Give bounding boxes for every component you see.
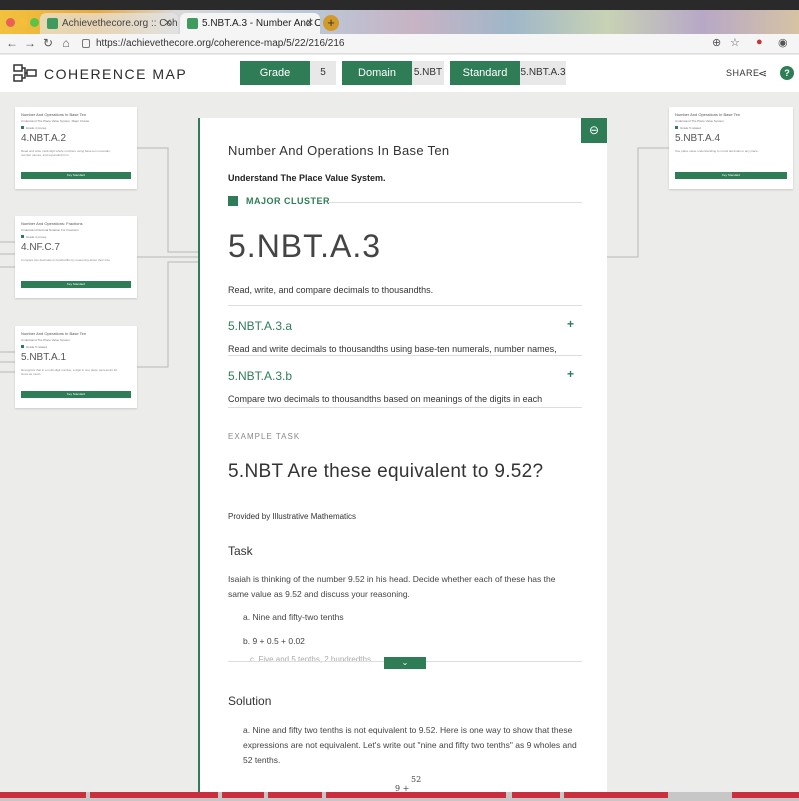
standard-description: Read, write, and compare decimals to tho… — [228, 285, 434, 295]
card-key-standard-button[interactable]: Key Standard — [21, 172, 131, 179]
bookmark-star-icon[interactable]: ☆ — [730, 36, 740, 49]
card-text: Recognize that in a multi-digit number, … — [21, 368, 118, 376]
card-badge: Grade 5 related — [21, 345, 47, 349]
substandard-b-description: Compare two decimals to thousandths base… — [228, 394, 543, 404]
task-heading: Task — [228, 544, 253, 558]
home-icon[interactable]: ⌂ — [58, 36, 74, 50]
url-text: https://achievethecore.org/coherence-map… — [96, 38, 345, 49]
task-item: b. 9 + 0.5 + 0.02 — [243, 636, 305, 646]
close-window-icon[interactable] — [6, 18, 15, 27]
zoom-map-button[interactable]: ⊖ — [581, 118, 607, 143]
os-top-bar — [0, 0, 799, 10]
tab-title: 5.NBT.A.3 - Number And Ope — [202, 18, 320, 29]
card-code: 4.NF.C.7 — [21, 242, 60, 253]
reload-icon[interactable]: ↻ — [40, 36, 56, 50]
standard-filter-value[interactable]: 5.NBT.A.3 — [520, 61, 566, 85]
card-text: Compare two decimals to hundredths by re… — [21, 258, 111, 262]
divider — [228, 305, 582, 306]
substandard-a-description: Read and write decimals to thousandths u… — [228, 344, 557, 354]
site-header: COHERENCE MAP Grade 5 Domain 5.NBT Stand… — [0, 55, 799, 92]
card-code: 4.NBT.A.2 — [21, 133, 67, 144]
provided-by-text: Provided by Illustrative Mathematics — [228, 512, 357, 521]
standard-detail-panel: Number And Operations In Base Ten Unders… — [198, 118, 607, 792]
card-domain: Number And Operations In Base Ten — [675, 112, 741, 117]
standard-card-5-nbt-a-1[interactable]: Number And Operations In Base Ten Unders… — [15, 326, 137, 408]
address-bar[interactable]: https://achievethecore.org/coherence-map… — [80, 36, 720, 52]
divider — [228, 407, 582, 408]
domain-filter-value[interactable]: 5.NBT — [412, 61, 444, 85]
extension-icon[interactable]: ● — [756, 36, 763, 48]
cluster-title: Understand The Place Value System. — [228, 173, 386, 183]
card-badge: Grade 4 prereq — [21, 235, 46, 239]
expand-plus-icon[interactable]: + — [567, 317, 574, 331]
magnifier-icon: ⊖ — [588, 123, 600, 137]
fraction-prefix: 9 + — [395, 784, 410, 792]
grade-filter-value[interactable]: 5 — [310, 61, 336, 85]
domain-filter-button[interactable]: Domain — [342, 61, 412, 85]
close-tab-icon[interactable]: ✕ — [164, 13, 172, 34]
task-item: a. Nine and fifty-two tenths — [243, 612, 344, 622]
card-cluster: Understand The Place Value System. — [675, 119, 725, 123]
task-text: Isaiah is thinking of the number 9.52 in… — [228, 574, 556, 599]
task-title: 5.NBT Are these equivalent to 9.52? — [228, 461, 544, 482]
browser-tab-bar: Achievethecore.org :: Cohere ✕ 5.NBT.A.3… — [0, 10, 799, 34]
standard-card-4-nf-c-7[interactable]: Number And Operations: Fractions Underst… — [15, 216, 137, 298]
card-code: 5.NBT.A.1 — [21, 352, 67, 363]
favicon-icon — [187, 18, 198, 29]
standard-card-5-nbt-a-4[interactable]: Number And Operations In Base Ten Unders… — [669, 107, 793, 189]
browser-toolbar: ← → ↻ ⌂ https://achievethecore.org/coher… — [0, 34, 799, 54]
example-task-label: EXAMPLE TASK — [228, 432, 301, 441]
new-tab-button[interactable]: + — [323, 15, 339, 31]
minimize-window-icon[interactable] — [18, 18, 27, 27]
card-text: Read and write multi-digit whole numbers… — [21, 149, 111, 157]
help-button[interactable]: ? — [780, 66, 794, 80]
solution-text: a. Nine and fifty two tenths is not equi… — [243, 725, 577, 765]
major-cluster-badge: MAJOR CLUSTER — [228, 196, 330, 206]
card-key-standard-button[interactable]: Key Standard — [21, 281, 131, 288]
share-button[interactable]: SHARE — [726, 68, 760, 78]
substandard-a-link[interactable]: 5.NBT.A.3.a — [228, 319, 292, 333]
card-badge: Grade 4 prereq — [21, 126, 46, 130]
solution-heading: Solution — [228, 694, 272, 708]
back-icon[interactable]: ← — [4, 36, 20, 50]
browser-tab-standard[interactable]: 5.NBT.A.3 - Number And Ope ✕ — [180, 13, 320, 34]
card-domain: Number And Operations: Fractions — [21, 221, 83, 226]
profile-avatar[interactable]: ◉ — [778, 36, 788, 49]
fraction-numerator: 52 — [411, 775, 422, 784]
expand-plus-icon[interactable]: + — [567, 367, 574, 381]
tab-title: Achievethecore.org :: Cohere — [62, 18, 178, 29]
divider — [228, 355, 582, 356]
expand-task-button[interactable]: ⌄ — [384, 657, 426, 669]
card-domain: Number And Operations In Base Ten — [21, 331, 87, 336]
standard-code-heading: 5.NBT.A.3 — [228, 228, 382, 264]
lock-icon — [82, 39, 90, 48]
divider — [328, 202, 582, 203]
site-logo-text[interactable]: COHERENCE MAP — [44, 66, 187, 82]
share-icon[interactable]: ⋖ — [758, 67, 767, 80]
faded-task-item: c. Five and 5 tenths, 2 hundredths — [250, 655, 371, 664]
maximize-window-icon[interactable] — [30, 18, 39, 27]
chevron-down-icon: ⌄ — [401, 658, 409, 667]
domain-title: Number And Operations In Base Ten — [228, 143, 450, 158]
close-tab-icon[interactable]: ✕ — [306, 13, 314, 34]
favicon-icon — [47, 18, 58, 29]
card-badge: Grade 5 related — [675, 126, 701, 130]
browser-tab-coherence[interactable]: Achievethecore.org :: Cohere ✕ — [40, 13, 178, 34]
card-cluster: Understand Decimal Notation For Fraction… — [21, 228, 79, 232]
bottom-progress-strip — [0, 792, 799, 801]
card-key-standard-button[interactable]: Key Standard — [21, 391, 131, 398]
standard-filter-button[interactable]: Standard — [450, 61, 520, 85]
card-code: 5.NBT.A.4 — [675, 133, 721, 144]
coherence-map-logo-icon — [13, 64, 37, 82]
forward-icon[interactable]: → — [22, 36, 38, 50]
card-cluster: Understand The Place Value System. Major… — [21, 119, 90, 123]
zoom-icon[interactable]: ⊕ — [712, 36, 721, 49]
card-cluster: Understand The Place Value System. — [21, 338, 71, 342]
substandard-b-link[interactable]: 5.NBT.A.3.b — [228, 369, 292, 383]
grade-filter-button[interactable]: Grade — [240, 61, 310, 85]
card-text: Use place value understanding to round d… — [675, 149, 759, 153]
card-domain: Number And Operations In Base Ten — [21, 112, 87, 117]
standard-card-4-nbt-a-2[interactable]: Number And Operations In Base Ten Unders… — [15, 107, 137, 189]
card-key-standard-button[interactable]: Key Standard — [675, 172, 787, 179]
